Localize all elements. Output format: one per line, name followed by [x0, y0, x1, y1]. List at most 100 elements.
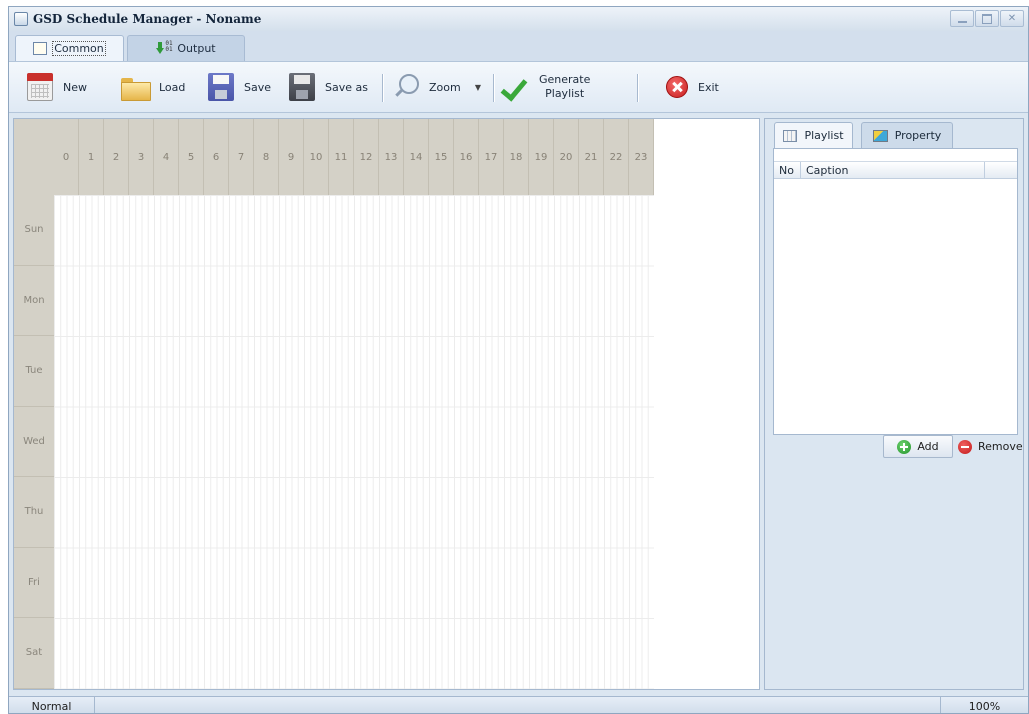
hour-label: 19	[529, 119, 554, 195]
hour-label: 21	[579, 119, 604, 195]
tab-playlist-label: Playlist	[804, 129, 844, 142]
schedule-grid-header: 0 1 2 3 4 5 6 7 8 9 10 11 12 13 14 15 16 17 18 19 20 21 22 23	[14, 119, 654, 195]
new-label: New	[63, 80, 87, 94]
save-as-label: Save as	[325, 80, 368, 94]
close-button[interactable]: ✕	[1000, 10, 1024, 27]
status-bar: Normal 100%	[9, 696, 1028, 713]
window-title: GSD Schedule Manager - Noname	[33, 12, 262, 26]
tab-property[interactable]: Property	[861, 122, 953, 148]
close-icon: ✕	[1007, 13, 1017, 24]
right-panel: Playlist Property No Caption Add Remove	[764, 118, 1024, 690]
property-icon	[872, 129, 888, 142]
status-zoom: 100%	[940, 697, 1028, 713]
hour-label: 6	[204, 119, 229, 195]
generate-playlist-label: Generate Playlist	[539, 73, 590, 101]
hour-label: 9	[279, 119, 304, 195]
zoom-button[interactable]: Zoom	[393, 70, 461, 104]
tab-output[interactable]: 01 01 Output	[127, 35, 245, 61]
hour-label: 1	[79, 119, 104, 195]
minimize-button[interactable]	[950, 10, 974, 27]
status-mode: Normal	[9, 697, 95, 713]
add-button[interactable]: Add	[883, 435, 953, 458]
hour-label: 13	[379, 119, 404, 195]
day-label: Wed	[14, 407, 54, 477]
toolbar-separator	[637, 74, 638, 102]
hour-label: 23	[629, 119, 654, 195]
ribbon-tab-bar: Common 01 01 Output	[9, 31, 1028, 61]
load-button[interactable]: Load	[121, 70, 185, 104]
exit-button[interactable]: Exit	[666, 70, 719, 104]
column-header-caption[interactable]: Caption	[801, 162, 985, 178]
hour-label: 10	[304, 119, 329, 195]
floppy-disk-icon	[208, 73, 234, 101]
remove-button[interactable]: Remove	[958, 435, 1028, 458]
hour-label: 14	[404, 119, 429, 195]
hour-label: 11	[329, 119, 354, 195]
playlist-header: No Caption	[774, 161, 1017, 179]
checkmark-icon	[501, 73, 527, 101]
day-labels: Sun Mon Tue Wed Thu Fri Sat	[14, 195, 54, 689]
app-window: GSD Schedule Manager - Noname ✕ Common 0…	[8, 6, 1029, 714]
hour-label: 18	[504, 119, 529, 195]
load-label: Load	[159, 80, 186, 94]
output-icon: 01 01	[156, 41, 173, 55]
hour-label: 5	[179, 119, 204, 195]
title-bar: GSD Schedule Manager - Noname ✕	[9, 7, 1028, 31]
exit-icon	[666, 76, 688, 98]
hour-label: 8	[254, 119, 279, 195]
schedule-grid[interactable]	[54, 195, 654, 689]
tab-common[interactable]: Common	[15, 35, 124, 61]
save-label: Save	[244, 80, 272, 94]
folder-icon	[121, 73, 151, 101]
hour-label: 12	[354, 119, 379, 195]
hour-label: 22	[604, 119, 629, 195]
app-icon	[14, 12, 28, 26]
day-label: Tue	[14, 336, 54, 407]
hour-label: 16	[454, 119, 479, 195]
hour-label: 4	[154, 119, 179, 195]
save-as-icon	[289, 73, 315, 101]
hour-label: 7	[229, 119, 254, 195]
column-header-filler	[985, 162, 1017, 178]
schedule-panel: 0 1 2 3 4 5 6 7 8 9 10 11 12 13 14 15 16 17 18 19 20 21 22 23 S…	[13, 118, 760, 690]
hour-label: 3	[129, 119, 154, 195]
tab-property-label: Property	[894, 129, 942, 142]
window-controls: ✕	[949, 10, 1024, 27]
hour-label: 0	[54, 119, 79, 195]
add-label: Add	[917, 440, 939, 453]
save-button[interactable]: Save	[208, 70, 271, 104]
plus-icon	[897, 439, 912, 454]
zoom-dropdown-button[interactable]: ▼	[472, 70, 484, 104]
maximize-button[interactable]	[975, 10, 999, 27]
calendar-icon	[27, 73, 53, 101]
toolbar: New Load Save Save as Zoom ▼ Generate Pl…	[9, 61, 1028, 113]
tab-output-label: Output	[177, 42, 216, 55]
zoom-label: Zoom	[429, 80, 461, 94]
day-label: Mon	[14, 266, 54, 336]
hour-label: 2	[104, 119, 129, 195]
exit-label: Exit	[698, 80, 719, 94]
generate-label-line1: Generate	[539, 73, 591, 86]
tab-playlist[interactable]: Playlist	[774, 122, 853, 148]
remove-label: Remove	[978, 440, 1023, 453]
new-button[interactable]: New	[27, 70, 87, 104]
tab-common-label: Common	[52, 41, 106, 56]
day-label: Fri	[14, 548, 54, 618]
hour-label: 15	[429, 119, 454, 195]
toolbar-separator	[493, 74, 494, 102]
book-icon	[33, 42, 48, 55]
hour-labels: 0 1 2 3 4 5 6 7 8 9 10 11 12 13 14 15 16 17 18 19 20 21 22 23	[54, 119, 654, 195]
column-header-no[interactable]: No	[774, 162, 801, 178]
toolbar-separator	[382, 74, 383, 102]
minus-icon	[958, 439, 972, 454]
save-as-button[interactable]: Save as	[289, 70, 368, 104]
day-label: Sat	[14, 618, 54, 689]
generate-playlist-button[interactable]: Generate Playlist	[501, 70, 590, 104]
playlist-icon	[783, 129, 798, 142]
hour-label: 20	[554, 119, 579, 195]
hour-label: 17	[479, 119, 504, 195]
day-label: Sun	[14, 195, 54, 266]
day-label: Thu	[14, 477, 54, 548]
chevron-down-icon: ▼	[474, 82, 482, 92]
playlist-list[interactable]: No Caption	[773, 148, 1018, 435]
